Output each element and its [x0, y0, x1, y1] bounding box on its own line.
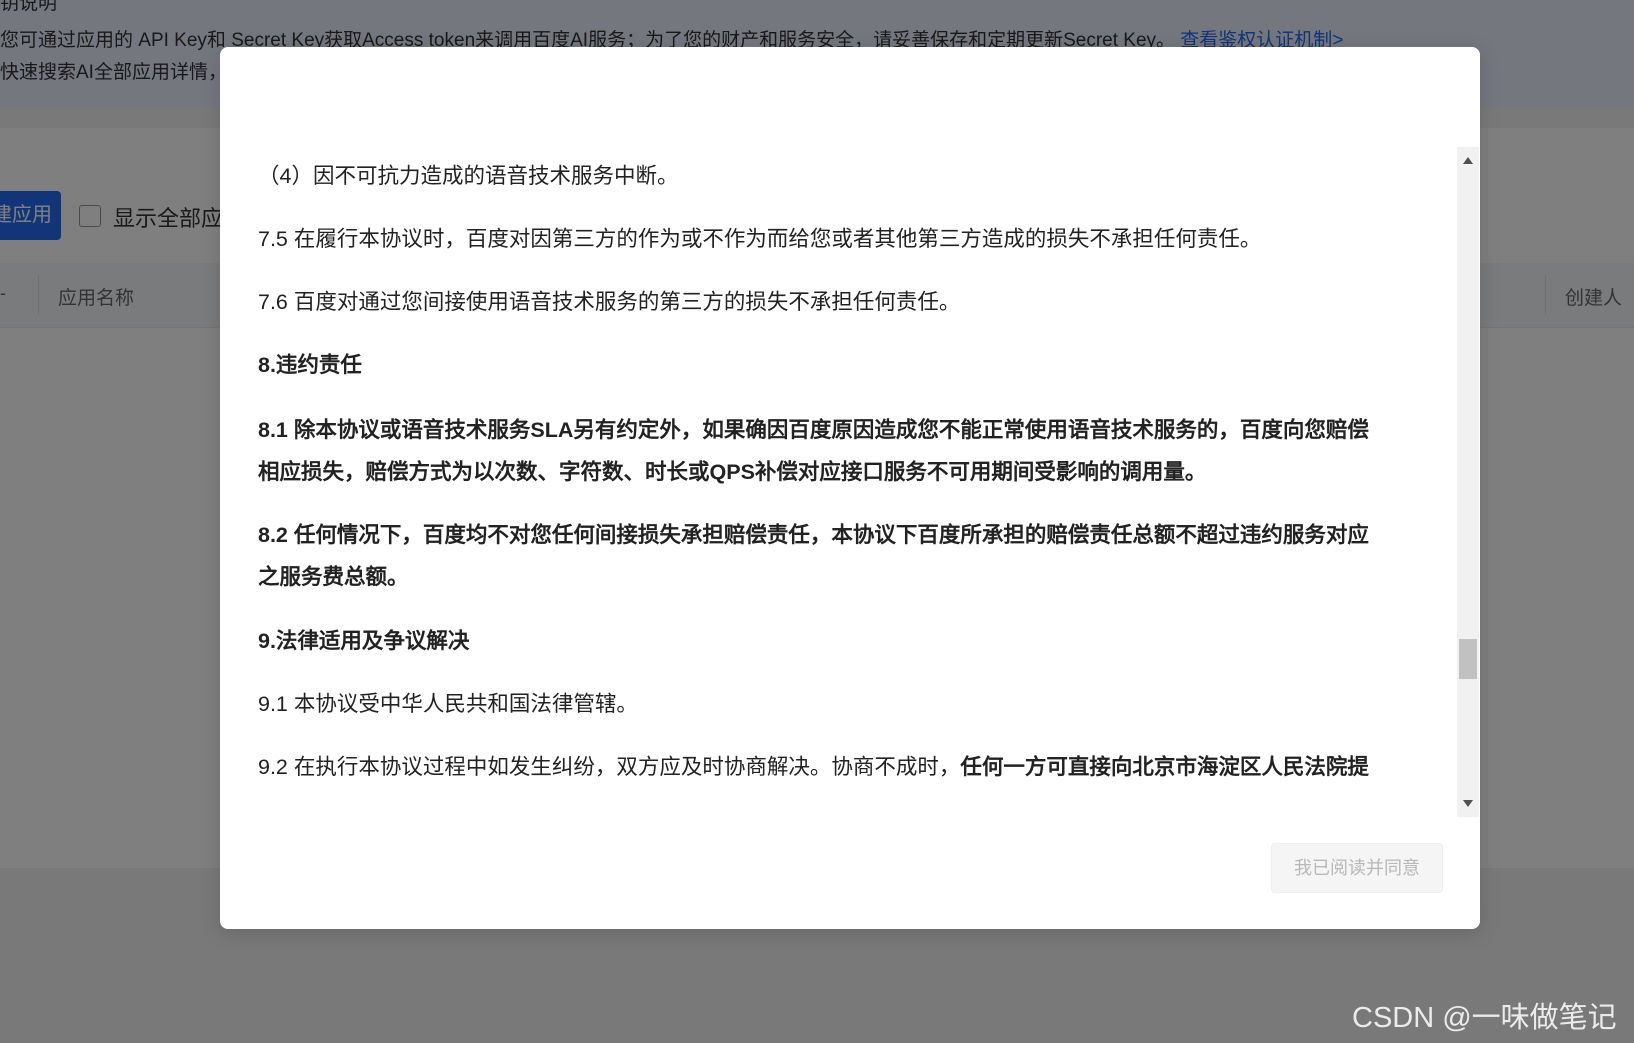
agreement-paragraph: 8.1 除本协议或语音技术服务SLA另有约定外，如果确因百度原因造成您不能正常使…: [258, 413, 1634, 444]
agreement-content[interactable]: （4）因不可抗力造成的语音技术服务中断。 7.5 在履行本协议时，百度对因第三方的…: [258, 147, 1634, 862]
agreement-text: 8.违约责任: [258, 353, 362, 377]
agreement-text: 7.5 在履行本协议时，百度对因第三方的作为或不作为而给您或者其他第三方造成的损…: [258, 227, 1262, 251]
agreement-text: 任何一方可直接向北京市海淀区人民法院提: [960, 755, 1369, 779]
agreement-text: 之服务费总额。: [258, 565, 409, 589]
agreement-text: 8.2 任何情况下，百度均不对您任何间接损失承担赔偿责任，本协议下百度所承担的赔…: [258, 523, 1369, 547]
agreement-text: 7.6 百度对通过您间接使用语音技术服务的第三方的损失不承担任何责任。: [258, 290, 961, 314]
agreement-text: 9.2 在执行本协议过程中如发生纠纷，双方应及时协商解决。协商不成时，: [258, 755, 961, 779]
agreement-paragraph: 7.6 百度对通过您间接使用语音技术服务的第三方的损失不承担任何责任。: [258, 285, 1634, 316]
agreement-text: 9.法律适用及争议解决: [258, 629, 470, 653]
scrollbar[interactable]: [1457, 147, 1479, 817]
agreement-modal: （4）因不可抗力造成的语音技术服务中断。 7.5 在履行本协议时，百度对因第三方的…: [220, 47, 1480, 929]
agree-button[interactable]: 我已阅读并同意: [1271, 843, 1443, 893]
agreement-paragraph: 8.2 任何情况下，百度均不对您任何间接损失承担赔偿责任，本协议下百度所承担的赔…: [258, 518, 1634, 549]
agreement-paragraph: 9.1 本协议受中华人民共和国法律管辖。: [258, 687, 1634, 718]
agreement-text: （4）因不可抗力造成的语音技术服务中断。: [258, 164, 679, 188]
agreement-paragraph: 相应损失，赔偿方式为以次数、字符数、时长或QPS补偿对应接口服务不可用期间受影响…: [258, 455, 1634, 486]
agreement-paragraph: 9.2 在执行本协议过程中如发生纠纷，双方应及时协商解决。协商不成时，任何一方可…: [258, 750, 1634, 781]
agreement-paragraph: （4）因不可抗力造成的语音技术服务中断。: [258, 159, 1634, 190]
scroll-down-arrow-icon[interactable]: [1463, 800, 1473, 807]
watermark: CSDN @一味做笔记: [1352, 1002, 1617, 1034]
agreement-text: 相应损失，赔偿方式为以次数、字符数、时长或QPS补偿对应接口服务不可用期间受影响…: [258, 460, 1207, 484]
scroll-up-arrow-icon[interactable]: [1463, 157, 1473, 164]
agreement-text: 9.1 本协议受中华人民共和国法律管辖。: [258, 692, 638, 716]
scrollbar-thumb[interactable]: [1459, 639, 1477, 679]
agreement-paragraph: 之服务费总额。: [258, 560, 1634, 591]
agreement-paragraph: 7.5 在履行本协议时，百度对因第三方的作为或不作为而给您或者其他第三方造成的损…: [258, 222, 1634, 253]
agreement-paragraph: 9.法律适用及争议解决: [258, 624, 1634, 655]
agreement-paragraph: 8.违约责任: [258, 348, 1634, 379]
agreement-text: 8.1 除本协议或语音技术服务SLA另有约定外，如果确因百度原因造成您不能正常使…: [258, 418, 1369, 442]
